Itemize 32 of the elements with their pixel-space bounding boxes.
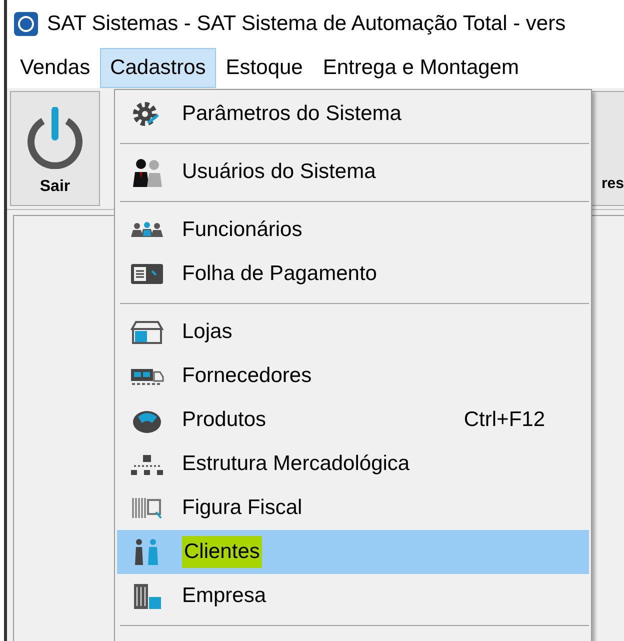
menu-item[interactable]: Folha de Pagamento [117,252,589,296]
menu-item[interactable]: Clientes [117,530,589,574]
menu-bar-item[interactable]: Vendas [10,48,100,88]
menu-item-label: Empresa [182,583,266,610]
menu-item-label: Produtos [182,407,266,434]
power-icon [25,107,85,169]
menu-item-label: Fornecedores [182,363,312,390]
menu-item-label: Usuários do Sistema [182,159,376,186]
menu-bar-item[interactable]: Entrega e Montagem [312,48,529,88]
menu-item-label: Parâmetros do Sistema [182,101,402,128]
menu-item[interactable]: Fornecedores [117,354,589,398]
menu-item-label: Funcionários [182,217,302,244]
app-logo-icon [13,11,39,37]
menu-bar-item[interactable]: Cadastros [100,48,216,88]
menu-item-label: Folha de Pagamento [182,261,377,288]
shortcut-label: Ctrl+F12 [464,407,545,434]
menu-item-label: Figura Fiscal [182,495,302,522]
menu-item[interactable]: Empresa [117,574,589,618]
menu-bar-item[interactable]: Estoque [216,48,313,88]
menu-item[interactable]: Lojas [117,310,589,354]
menu-item[interactable]: Funcionários [117,208,589,252]
toolbar-button-label: res [601,174,624,194]
menu-item-label: Clientes [182,536,262,568]
menu-item[interactable]: Produtos Ctrl+F12 [117,398,589,442]
menu-item[interactable]: Estrutura Mercadológica [117,442,589,486]
window-title: SAT Sistemas - SAT Sistema de Automação Total - vers [47,11,566,38]
menu-item-label: Lojas [182,319,232,346]
toolbar-button[interactable]: Sair [10,91,100,206]
menu-item-label: Estrutura Mercadológica [182,451,410,478]
users-icon [130,157,164,187]
toolbar-button-label: Sair [40,177,70,197]
menu-item[interactable]: Figura Fiscal [117,486,589,530]
